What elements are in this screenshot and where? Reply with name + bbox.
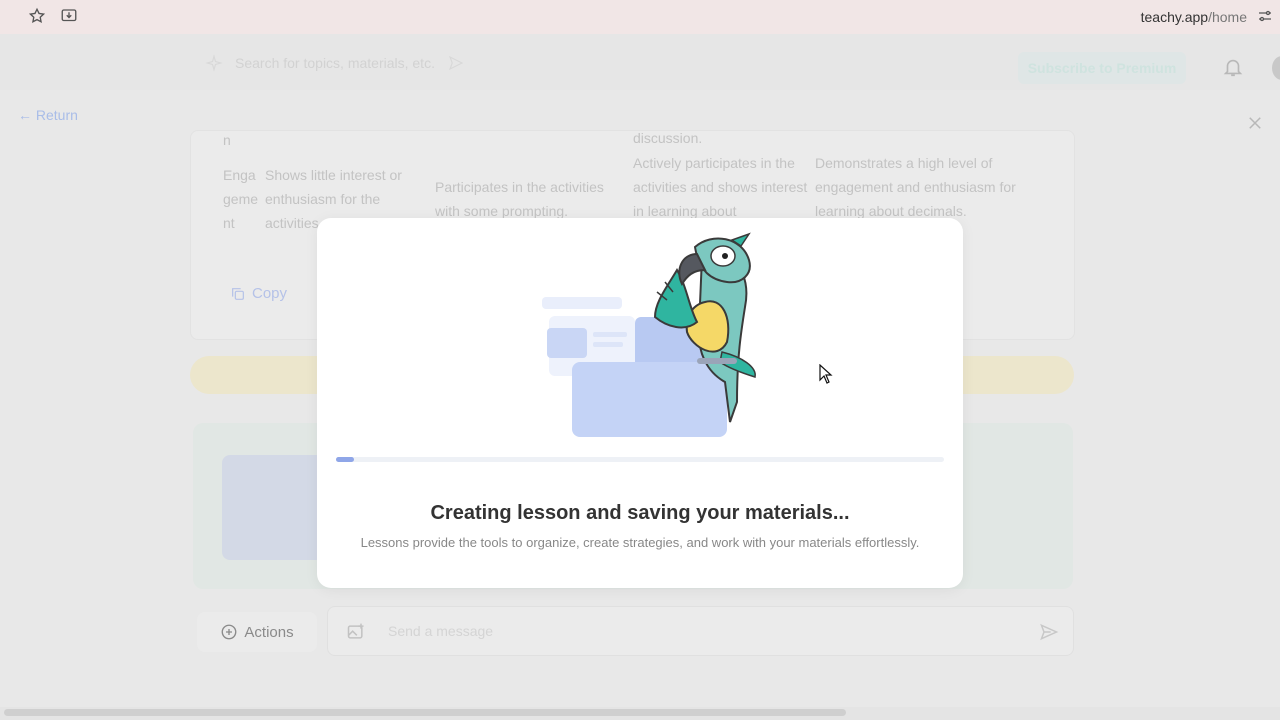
progress-bar — [336, 457, 944, 462]
subscribe-premium-button[interactable]: Subscribe to Premium — [1018, 52, 1186, 84]
modal-title: Creating lesson and saving your material… — [430, 502, 850, 524]
message-composer[interactable]: Send a message — [327, 606, 1074, 656]
copy-label: Copy — [252, 285, 288, 302]
rubric-cell: Demonstrates a high level of engagement … — [815, 155, 1016, 219]
avatar[interactable] — [1272, 56, 1280, 80]
progress-fill — [336, 457, 355, 462]
mouse-cursor-icon — [819, 364, 833, 384]
plus-circle-icon — [221, 624, 237, 640]
url-host: teachy.app — [1140, 9, 1209, 25]
rubric-fragment-discussion: discussion. — [633, 130, 703, 146]
actions-label: Actions — [244, 623, 294, 641]
close-icon[interactable] — [1246, 114, 1264, 132]
sparkle-icon — [205, 54, 223, 72]
url-path: /home — [1208, 9, 1247, 25]
modal-description: Lessons provide the tools to organize, c… — [360, 535, 920, 550]
return-link[interactable]: ← Return — [18, 107, 78, 123]
browser-toolbar: teachy.app/home — [0, 0, 1280, 34]
copy-button[interactable]: Copy — [230, 285, 287, 302]
send-search-icon[interactable] — [447, 54, 465, 72]
send-icon[interactable] — [1039, 622, 1059, 642]
image-upload-icon[interactable] — [346, 622, 366, 642]
message-input[interactable]: Send a message — [388, 623, 493, 639]
scrollbar-thumb[interactable] — [4, 709, 846, 716]
search-input[interactable]: Search for topics, materials, etc. — [235, 55, 435, 71]
copy-icon — [232, 287, 244, 300]
rubric-criterion: Enga geme nt — [223, 167, 259, 231]
app-header: Search for topics, materials, etc. Subsc… — [0, 34, 1280, 90]
folder-thumbnail — [222, 455, 332, 560]
install-app-icon[interactable] — [60, 7, 78, 25]
notification-bell-icon[interactable] — [1222, 56, 1244, 78]
bookmark-star-icon[interactable] — [28, 7, 46, 25]
parrot-folder-illustration — [542, 232, 756, 437]
rubric-cell: Participates in the activities with some… — [435, 179, 604, 219]
actions-button[interactable]: Actions — [197, 612, 317, 652]
address-bar-url[interactable]: teachy.app/home — [1141, 9, 1247, 25]
search-bar[interactable]: Search for topics, materials, etc. — [205, 54, 465, 72]
rubric-cell: Actively participates in the activities … — [633, 155, 808, 219]
rubric-fragment-n: n — [223, 132, 231, 148]
site-settings-icon[interactable] — [1256, 7, 1274, 25]
return-label: Return — [35, 107, 78, 123]
loading-modal: Creating lesson and saving your material… — [317, 218, 963, 588]
